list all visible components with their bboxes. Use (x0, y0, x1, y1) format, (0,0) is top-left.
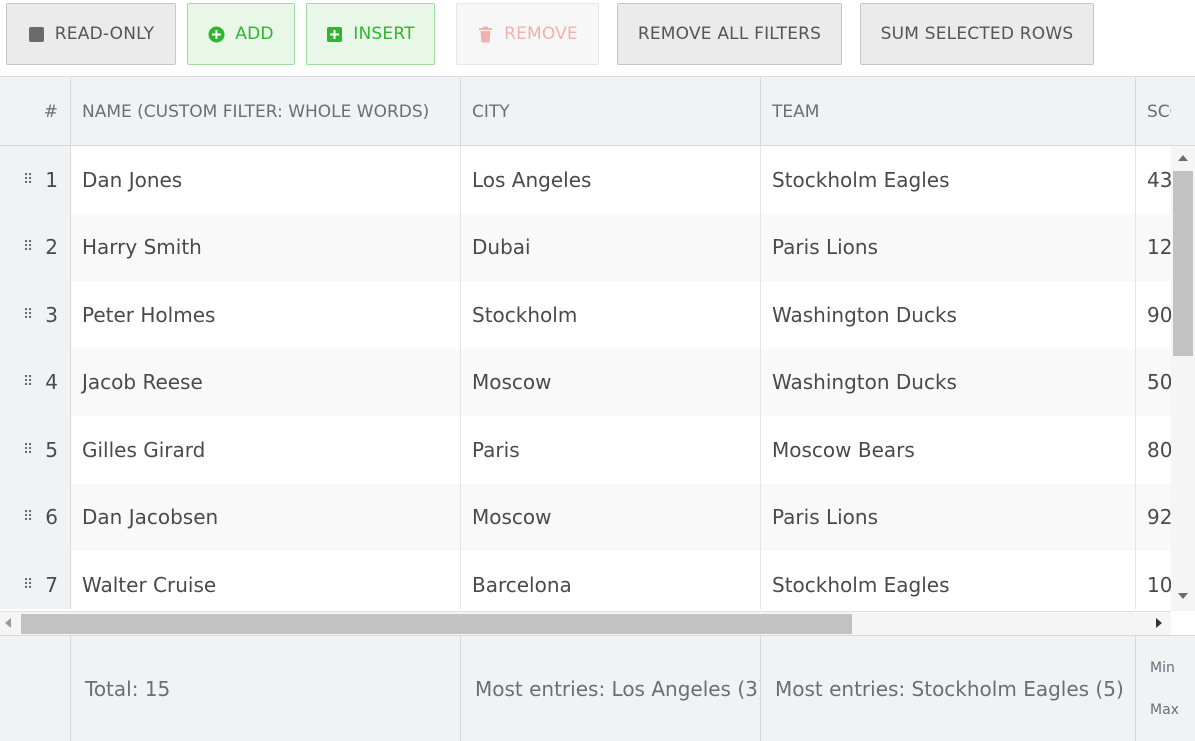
city-cell[interactable]: Barcelona (461, 551, 761, 609)
scroll-down-arrow-icon[interactable] (1178, 593, 1188, 599)
remove-button[interactable]: REMOVE (456, 3, 599, 65)
name-cell[interactable]: Walter Cruise (71, 551, 461, 609)
header-row-number[interactable]: # (0, 77, 71, 146)
row-number: 5 (45, 437, 58, 462)
header-score[interactable]: SCORE (1136, 77, 1171, 146)
row-number-cell[interactable]: ⠿ 5 (0, 416, 71, 484)
name-cell[interactable]: Jacob Reese (71, 348, 461, 416)
drag-handle-icon[interactable]: ⠿ (23, 578, 33, 592)
score-cell[interactable]: 50 (1136, 349, 1171, 417)
grid-footer: Total: 15 Most entries: Los Angeles (3) … (0, 635, 1195, 741)
insert-button[interactable]: INSERT (306, 3, 435, 65)
horizontal-scrollbar[interactable] (0, 611, 1171, 635)
drag-handle-icon[interactable]: ⠿ (23, 375, 33, 389)
add-button[interactable]: ADD (187, 3, 295, 65)
city-cell[interactable]: Paris (461, 416, 761, 484)
table-row[interactable]: ⠿ 5 Gilles Girard Paris Moscow Bears 80 (0, 416, 1171, 484)
name-cell[interactable]: Peter Holmes (71, 281, 461, 349)
data-grid: # NAME (CUSTOM FILTER: WHOLE WORDS) CITY… (0, 76, 1195, 741)
scroll-corner (1171, 611, 1195, 635)
row-number: 3 (45, 302, 58, 327)
footer-score-max: Max (1150, 702, 1179, 718)
score-cell[interactable]: 92 (1136, 484, 1171, 552)
sum-selected-rows-button[interactable]: SUM SELECTED ROWS (860, 3, 1094, 65)
read-only-label: READ-ONLY (54, 24, 155, 44)
table-row[interactable]: ⠿ 7 Walter Cruise Barcelona Stockholm Eag… (0, 551, 1171, 609)
add-label: ADD (235, 24, 274, 44)
row-number: 2 (45, 235, 58, 260)
grid-body: ⠿ 1 Dan Jones Los Angeles Stockholm Eagle… (0, 146, 1171, 609)
city-cell[interactable]: Stockholm (461, 281, 761, 349)
score-cell[interactable]: 90 (1136, 281, 1171, 349)
footer-row-number (0, 636, 71, 741)
city-cell[interactable]: Dubai (461, 213, 761, 281)
table-row[interactable]: ⠿ 2 Harry Smith Dubai Paris Lions 12 (0, 213, 1171, 282)
table-row[interactable]: ⠿ 6 Dan Jacobsen Moscow Paris Lions 92 (0, 483, 1171, 552)
header-city[interactable]: CITY (461, 77, 761, 146)
grid-header: # NAME (CUSTOM FILTER: WHOLE WORDS) CITY… (0, 76, 1195, 146)
insert-label: INSERT (353, 24, 415, 44)
toolbar: READ-ONLY ADD INSERT REMOVE REMOVE ALL F… (0, 0, 1195, 76)
score-cell[interactable]: 12 (1136, 214, 1171, 282)
sum-selected-rows-label: SUM SELECTED ROWS (880, 24, 1074, 44)
drag-handle-icon[interactable]: ⠿ (23, 308, 33, 322)
team-cell[interactable]: Paris Lions (761, 213, 1136, 281)
square-icon (28, 26, 45, 43)
team-cell[interactable]: Stockholm Eagles (761, 551, 1136, 609)
drag-handle-icon[interactable]: ⠿ (23, 510, 33, 524)
vertical-scroll-thumb[interactable] (1173, 171, 1193, 356)
row-number: 1 (45, 167, 58, 192)
team-cell[interactable]: Stockholm Eagles (761, 146, 1136, 214)
table-row[interactable]: ⠿ 3 Peter Holmes Stockholm Washington Duc… (0, 281, 1171, 349)
name-cell[interactable]: Dan Jones (71, 146, 461, 214)
footer-score-min: Min (1150, 660, 1175, 676)
row-number-cell[interactable]: ⠿ 7 (0, 551, 71, 609)
plus-square-icon (326, 26, 343, 43)
scroll-left-arrow-icon[interactable] (5, 618, 11, 628)
row-number-cell[interactable]: ⠿ 1 (0, 146, 71, 214)
drag-handle-icon[interactable]: ⠿ (23, 240, 33, 254)
row-number: 7 (45, 572, 58, 597)
row-number: 6 (45, 505, 58, 530)
horizontal-scroll-thumb[interactable] (21, 614, 852, 634)
team-cell[interactable]: Moscow Bears (761, 416, 1136, 484)
team-cell[interactable]: Washington Ducks (761, 281, 1136, 349)
remove-all-filters-button[interactable]: REMOVE ALL FILTERS (617, 3, 842, 65)
footer-score-summary: Min Max (1136, 636, 1195, 741)
city-cell[interactable]: Moscow (461, 348, 761, 416)
table-row[interactable]: ⠿ 1 Dan Jones Los Angeles Stockholm Eagle… (0, 146, 1171, 214)
name-cell[interactable]: Harry Smith (71, 213, 461, 281)
city-cell[interactable]: Moscow (461, 483, 761, 551)
vertical-scrollbar[interactable] (1171, 146, 1195, 611)
row-number-cell[interactable]: ⠿ 4 (0, 348, 71, 416)
score-cell[interactable]: 10 (1136, 551, 1171, 609)
drag-handle-icon[interactable]: ⠿ (23, 173, 33, 187)
team-cell[interactable]: Paris Lions (761, 483, 1136, 551)
trash-icon (477, 26, 494, 43)
footer-team-summary: Most entries: Stockholm Eagles (5) (761, 636, 1136, 741)
score-cell[interactable]: 80 (1136, 416, 1171, 484)
row-number-cell[interactable]: ⠿ 6 (0, 483, 71, 551)
header-team[interactable]: TEAM (761, 77, 1136, 146)
remove-all-filters-label: REMOVE ALL FILTERS (637, 24, 822, 44)
footer-total: Total: 15 (71, 636, 461, 741)
team-cell[interactable]: Washington Ducks (761, 348, 1136, 416)
scroll-right-arrow-icon[interactable] (1156, 618, 1162, 628)
city-cell[interactable]: Los Angeles (461, 146, 761, 214)
table-row[interactable]: ⠿ 4 Jacob Reese Moscow Washington Ducks 5… (0, 348, 1171, 417)
header-name[interactable]: NAME (CUSTOM FILTER: WHOLE WORDS) (71, 77, 461, 146)
row-number: 4 (45, 370, 58, 395)
name-cell[interactable]: Dan Jacobsen (71, 483, 461, 551)
name-cell[interactable]: Gilles Girard (71, 416, 461, 484)
row-number-cell[interactable]: ⠿ 3 (0, 281, 71, 349)
plus-circle-icon (208, 26, 225, 43)
scroll-up-arrow-icon[interactable] (1178, 155, 1188, 161)
row-number-cell[interactable]: ⠿ 2 (0, 213, 71, 281)
footer-city-summary: Most entries: Los Angeles (3) (461, 636, 761, 741)
score-cell[interactable]: 43 (1136, 146, 1171, 214)
remove-label: REMOVE (504, 24, 578, 44)
drag-handle-icon[interactable]: ⠿ (23, 443, 33, 457)
read-only-button[interactable]: READ-ONLY (6, 3, 176, 65)
